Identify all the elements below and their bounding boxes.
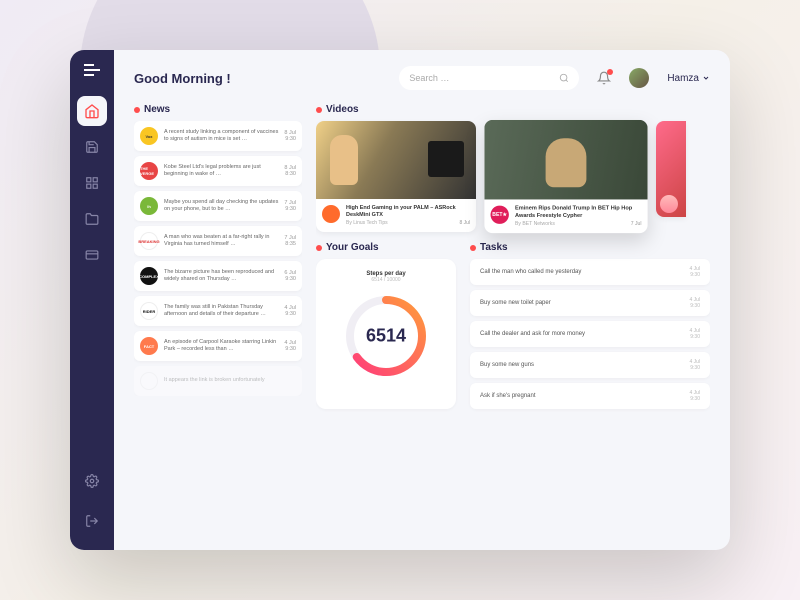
task-card[interactable]: Call the dealer and ask for more money 4 …	[470, 321, 710, 347]
video-title: High End Gaming in your PALM – ASRock De…	[346, 205, 470, 218]
video-card-peek[interactable]	[656, 121, 686, 217]
news-source-logo: lh	[140, 197, 158, 215]
task-card[interactable]: Ask if she's pregnant 4 Jul9:30	[470, 383, 710, 409]
news-card[interactable]: It appears the link is broken unfortunat…	[134, 366, 302, 396]
news-source-logo: THE VERGE	[140, 162, 158, 180]
video-channel-logo: BET★	[491, 206, 509, 224]
video-card[interactable]: High End Gaming in your PALM – ASRock De…	[316, 121, 476, 232]
nav-home[interactable]	[77, 96, 107, 126]
nav-logout[interactable]	[77, 506, 107, 536]
nav-apps[interactable]	[77, 168, 107, 198]
video-date: 7 Jul	[631, 221, 642, 227]
task-due: 4 Jul9:30	[689, 359, 700, 371]
task-due: 4 Jul9:30	[689, 328, 700, 340]
topbar: Good Morning ! Search … Hamza	[134, 66, 710, 90]
task-due: 4 Jul9:30	[689, 266, 700, 278]
app-window: Good Morning ! Search … Hamza News Vox A…	[70, 50, 730, 550]
news-headline: Kobe Steel Ltd's legal problems are just…	[164, 164, 278, 178]
news-date: 4 Jul9:30	[284, 305, 296, 317]
news-headline: A recent study linking a component of va…	[164, 129, 278, 143]
video-thumbnail	[484, 120, 647, 200]
news-card[interactable]: FACT An episode of Carpool Karaoke starr…	[134, 331, 302, 361]
news-date: 6 Jul9:30	[284, 270, 296, 282]
video-thumbnail	[316, 121, 476, 199]
task-card[interactable]: Call the man who called me yesterday 4 Ju…	[470, 259, 710, 285]
news-card[interactable]: lh Maybe you spend all day checking the …	[134, 191, 302, 221]
video-author: By BET Networks	[515, 221, 555, 227]
goal-value: 6514	[366, 326, 406, 347]
news-source-logo	[140, 372, 158, 390]
main-content: Good Morning ! Search … Hamza News Vox A…	[114, 50, 730, 550]
goal-progress-text: 6514 / 10000	[371, 277, 400, 283]
news-source-logo: COMPLEX	[140, 267, 158, 285]
chevron-down-icon	[702, 74, 710, 82]
nav-folder[interactable]	[77, 204, 107, 234]
news-card[interactable]: RIDER The family was still in Pakistan T…	[134, 296, 302, 326]
goal-card[interactable]: Steps per day 6514 / 10000 6514	[316, 259, 456, 409]
notification-badge	[607, 69, 613, 75]
news-card[interactable]: BREAKING A man who was beaten at a far-r…	[134, 226, 302, 256]
task-text: Call the man who called me yesterday	[480, 269, 581, 275]
task-due: 4 Jul9:30	[689, 297, 700, 309]
news-date: 8 Jul9:30	[284, 130, 296, 142]
news-headline: The bizarre picture has been reproduced …	[164, 269, 278, 283]
video-channel-logo	[322, 205, 340, 223]
video-channel-logo	[660, 195, 678, 213]
task-card[interactable]: Buy some new toilet paper 4 Jul9:30	[470, 290, 710, 316]
news-headline: Maybe you spend all day checking the upd…	[164, 199, 278, 213]
news-list: Vox A recent study linking a component o…	[134, 121, 302, 396]
task-text: Ask if she's pregnant	[480, 393, 536, 399]
nav-card[interactable]	[77, 240, 107, 270]
video-card[interactable]: BET★ Eminem Rips Donald Trump In BET Hip…	[484, 120, 647, 233]
user-avatar[interactable]	[629, 68, 649, 88]
news-headline: It appears the link is broken unfortunat…	[164, 377, 290, 384]
news-date: 8 Jul8:30	[284, 165, 296, 177]
task-text: Buy some new guns	[480, 362, 534, 368]
goal-ring: 6514	[341, 291, 431, 381]
news-source-logo: BREAKING	[140, 232, 158, 250]
nav-settings[interactable]	[77, 466, 107, 496]
task-due: 4 Jul9:30	[689, 390, 700, 402]
search-input[interactable]: Search …	[399, 66, 579, 90]
videos-row: High End Gaming in your PALM – ASRock De…	[316, 121, 710, 232]
news-card[interactable]: THE VERGE Kobe Steel Ltd's legal problem…	[134, 156, 302, 186]
news-source-logo: Vox	[140, 127, 158, 145]
news-headline: The family was still in Pakistan Thursda…	[164, 304, 278, 318]
news-headline: An episode of Carpool Karaoke starring L…	[164, 339, 278, 353]
goals-section-title: Your Goals	[316, 242, 456, 253]
news-source-logo: RIDER	[140, 302, 158, 320]
menu-toggle-icon[interactable]	[84, 64, 100, 76]
video-date: 8 Jul	[459, 220, 470, 226]
tasks-section-title: Tasks	[470, 242, 710, 253]
news-card[interactable]: Vox A recent study linking a component o…	[134, 121, 302, 151]
news-date: 4 Jul9:30	[284, 340, 296, 352]
task-card[interactable]: Buy some new guns 4 Jul9:30	[470, 352, 710, 378]
username-dropdown[interactable]: Hamza	[667, 73, 710, 84]
task-text: Buy some new toilet paper	[480, 300, 551, 306]
news-section-title: News	[134, 104, 302, 115]
news-source-logo: FACT	[140, 337, 158, 355]
video-author: By Linus Tech Tips	[346, 220, 388, 226]
video-title: Eminem Rips Donald Trump In BET Hip Hop …	[515, 206, 641, 219]
news-headline: A man who was beaten at a far-right rall…	[164, 234, 278, 248]
greeting-text: Good Morning !	[134, 71, 231, 86]
nav-save[interactable]	[77, 132, 107, 162]
news-date: 7 Jul8:35	[284, 235, 296, 247]
notifications-icon[interactable]	[597, 71, 611, 85]
task-list: Call the man who called me yesterday 4 Ju…	[470, 259, 710, 409]
search-placeholder: Search …	[409, 73, 449, 83]
sidebar	[70, 50, 114, 550]
task-text: Call the dealer and ask for more money	[480, 331, 585, 337]
news-date: 7 Jul9:30	[284, 200, 296, 212]
news-card[interactable]: COMPLEX The bizarre picture has been rep…	[134, 261, 302, 291]
videos-section-title: Videos	[316, 104, 710, 115]
search-icon	[559, 73, 569, 83]
